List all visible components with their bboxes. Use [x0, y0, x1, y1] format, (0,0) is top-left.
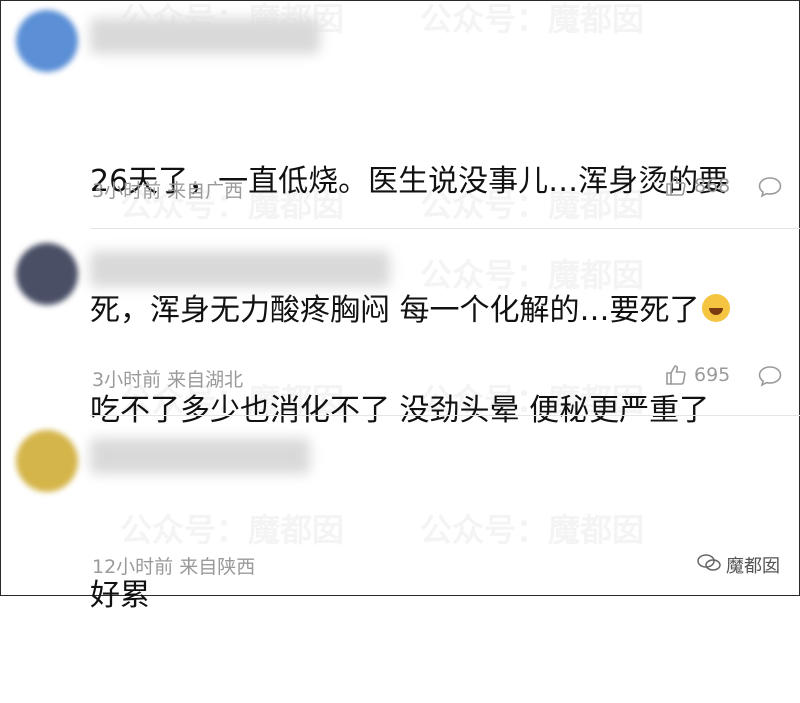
username-blurred[interactable] — [90, 251, 390, 287]
avatar[interactable] — [16, 430, 78, 492]
source-badge-text: 魔都囡 — [726, 556, 780, 577]
avatar[interactable] — [16, 243, 78, 305]
thumbs-up-icon — [664, 363, 688, 387]
username-blurred[interactable] — [90, 18, 320, 54]
comment-bubble-icon[interactable] — [757, 364, 783, 388]
comment-item: 好累 12小时前 来自陕西 — [0, 416, 800, 613]
thumbs-up-icon — [664, 174, 688, 198]
like-count: 868 — [694, 175, 731, 197]
like-button[interactable]: 695 — [664, 363, 730, 387]
comment-meta: 12小时前 来自陕西 — [92, 556, 256, 578]
comment-meta: 3小时前 来自广西 — [92, 180, 244, 202]
comment-meta: 3小时前 来自湖北 — [92, 369, 244, 391]
wechat-icon — [696, 553, 722, 578]
username-blurred[interactable] — [90, 438, 310, 474]
source-badge: 魔都囡 — [696, 552, 780, 578]
comment-item: 吃不了多少也消化不了 没劲头晕 便秘更严重了 3小时前 来自湖北 695 — [0, 229, 800, 428]
comment-bubble-icon[interactable] — [757, 175, 783, 199]
like-button[interactable]: 868 — [664, 174, 730, 198]
comment-item: 26天了，一直低烧。医生说没事儿…浑身烫的要 死，浑身无力酸疼胸闷 每一个化解的… — [0, 0, 800, 328]
like-count: 695 — [694, 364, 731, 386]
avatar[interactable] — [16, 10, 78, 72]
